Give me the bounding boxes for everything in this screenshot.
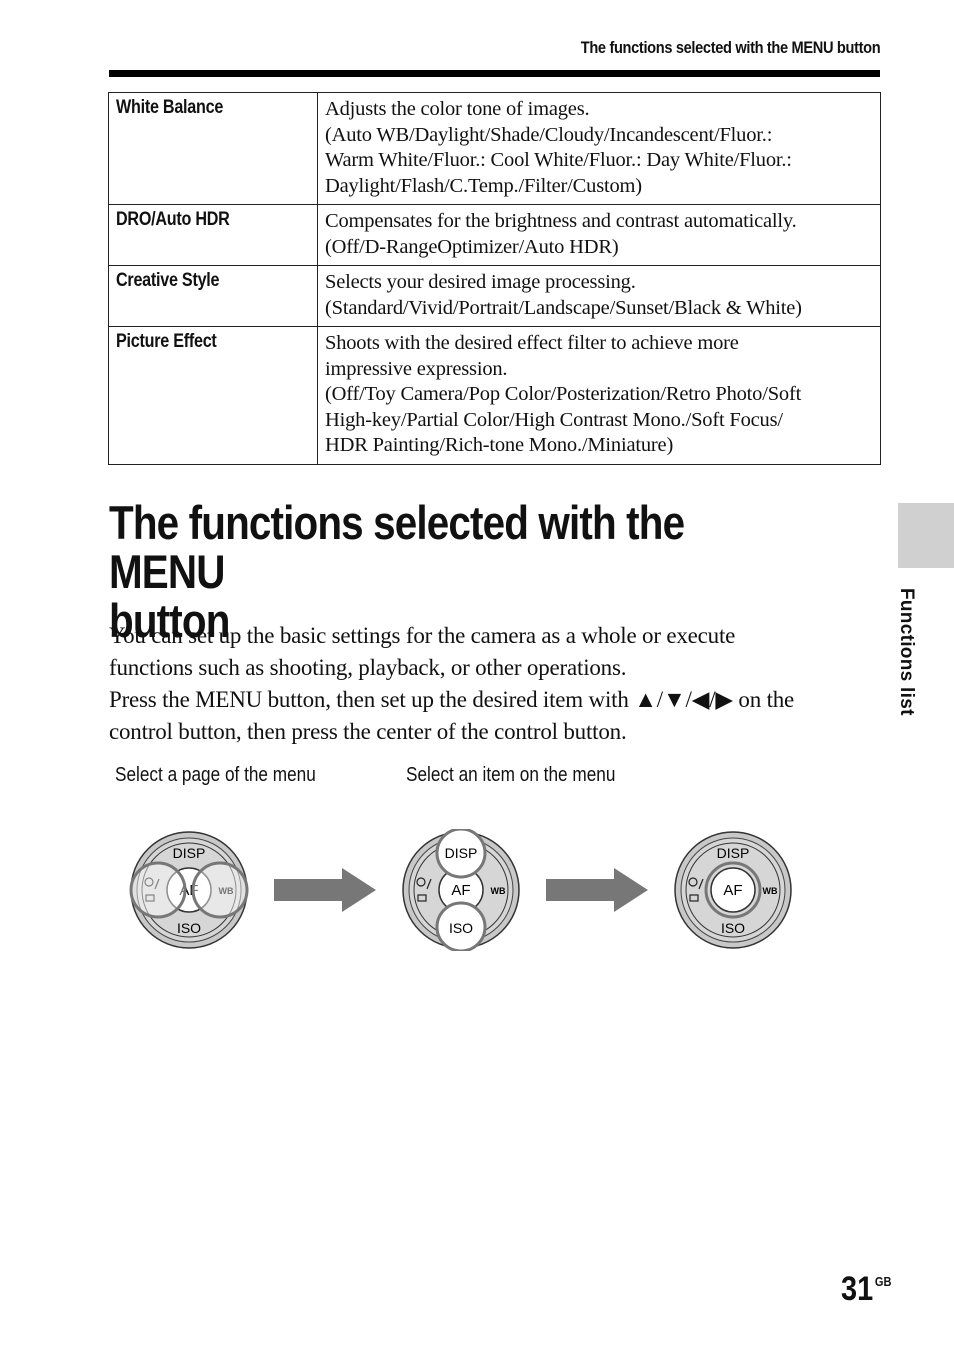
control-dial-step-1: DISP ISO AF WB: [129, 831, 249, 949]
desc-line: Shoots with the desired effect filter to…: [325, 332, 739, 354]
function-desc-cell: Compensates for the brightness and contr…: [317, 204, 881, 266]
table-row: DRO/Auto HDR Compensates for the brightn…: [108, 204, 881, 266]
desc-line: Compensates for the brightness and contr…: [325, 210, 797, 232]
wb-label: WB: [491, 886, 506, 896]
section-side-label: Functions list: [896, 588, 917, 716]
arrow-right-icon: [546, 868, 648, 912]
function-desc-cell: Adjusts the color tone of images. (Auto …: [317, 92, 881, 205]
desc-line: Daylight/Flash/C.Temp./Filter/Custom): [325, 174, 642, 197]
table-row: Creative Style Selects your desired imag…: [108, 265, 881, 327]
function-name: DRO/Auto HDR: [116, 209, 230, 230]
highlight-left: [129, 861, 187, 919]
control-dial-step-2: DISP ISO AF WB: [402, 829, 520, 951]
desc-line: Warm White/Fluor.: Cool White/Fluor.: Da…: [325, 149, 792, 171]
iso-label: ISO: [177, 920, 201, 936]
region-code: GB: [874, 1274, 892, 1289]
caption-select-page: Select a page of the menu: [115, 764, 316, 786]
highlight-right: [191, 861, 249, 919]
page-number-value: 31: [841, 1270, 874, 1308]
body-line: You can set up the basic settings for th…: [109, 623, 736, 648]
function-desc-cell: Selects your desired image processing. (…: [317, 265, 881, 327]
function-name-cell: White Balance: [108, 92, 318, 205]
arrow-right-icon: [274, 868, 376, 912]
body-line: Press the MENU button, then set up the d…: [109, 687, 795, 712]
body-line: functions such as shooting, playback, or…: [109, 655, 627, 680]
desc-line: (Off/Toy Camera/Pop Color/Posterization/…: [325, 383, 802, 405]
iso-label: ISO: [721, 920, 745, 936]
function-name: White Balance: [116, 97, 224, 118]
af-label: AF: [451, 882, 470, 899]
desc-line: (Off/D-RangeOptimizer/Auto HDR): [325, 235, 619, 258]
af-label: AF: [723, 882, 742, 899]
desc-line: Selects your desired image processing.: [325, 271, 636, 293]
body-line: control button, then press the center of…: [109, 719, 627, 744]
section-body: You can set up the basic settings for th…: [109, 620, 899, 748]
page-number: 31 GB: [841, 1270, 891, 1309]
function-desc-cell: Shoots with the desired effect filter to…: [317, 326, 881, 465]
desc-line: (Standard/Vivid/Portrait/Landscape/Sunse…: [325, 296, 802, 319]
desc-line: HDR Painting/Rich-tone Mono./Miniature): [325, 434, 674, 456]
function-name: Creative Style: [116, 270, 220, 291]
desc-line: High-key/Partial Color/High Contrast Mon…: [325, 408, 783, 431]
wb-label: WB: [763, 886, 778, 896]
desc-line: impressive expression.: [325, 357, 508, 380]
caption-select-item: Select an item on the menu: [406, 764, 616, 786]
disp-label: DISP: [173, 845, 206, 861]
functions-table: White Balance Adjusts the color tone of …: [108, 92, 881, 465]
header-rule: [109, 70, 880, 77]
control-dial-step-3: DISP ISO AF WB: [674, 831, 792, 949]
table-row: White Balance Adjusts the color tone of …: [108, 92, 881, 205]
disp-label: DISP: [717, 845, 750, 861]
disp-label: DISP: [445, 845, 478, 861]
function-name-cell: DRO/Auto HDR: [108, 204, 318, 266]
function-name-cell: Creative Style: [108, 265, 318, 327]
iso-label: ISO: [449, 920, 473, 936]
function-name-cell: Picture Effect: [108, 326, 318, 465]
desc-line: Adjusts the color tone of images.: [325, 98, 590, 120]
running-header: The functions selected with the MENU but…: [580, 38, 880, 57]
section-thumb-tab: [898, 503, 954, 568]
title-line: The functions selected with the MENU: [109, 496, 685, 598]
desc-line: (Auto WB/Daylight/Shade/Cloudy/Incandesc…: [325, 123, 773, 146]
table-row: Picture Effect Shoots with the desired e…: [108, 326, 881, 465]
function-name: Picture Effect: [116, 331, 217, 352]
